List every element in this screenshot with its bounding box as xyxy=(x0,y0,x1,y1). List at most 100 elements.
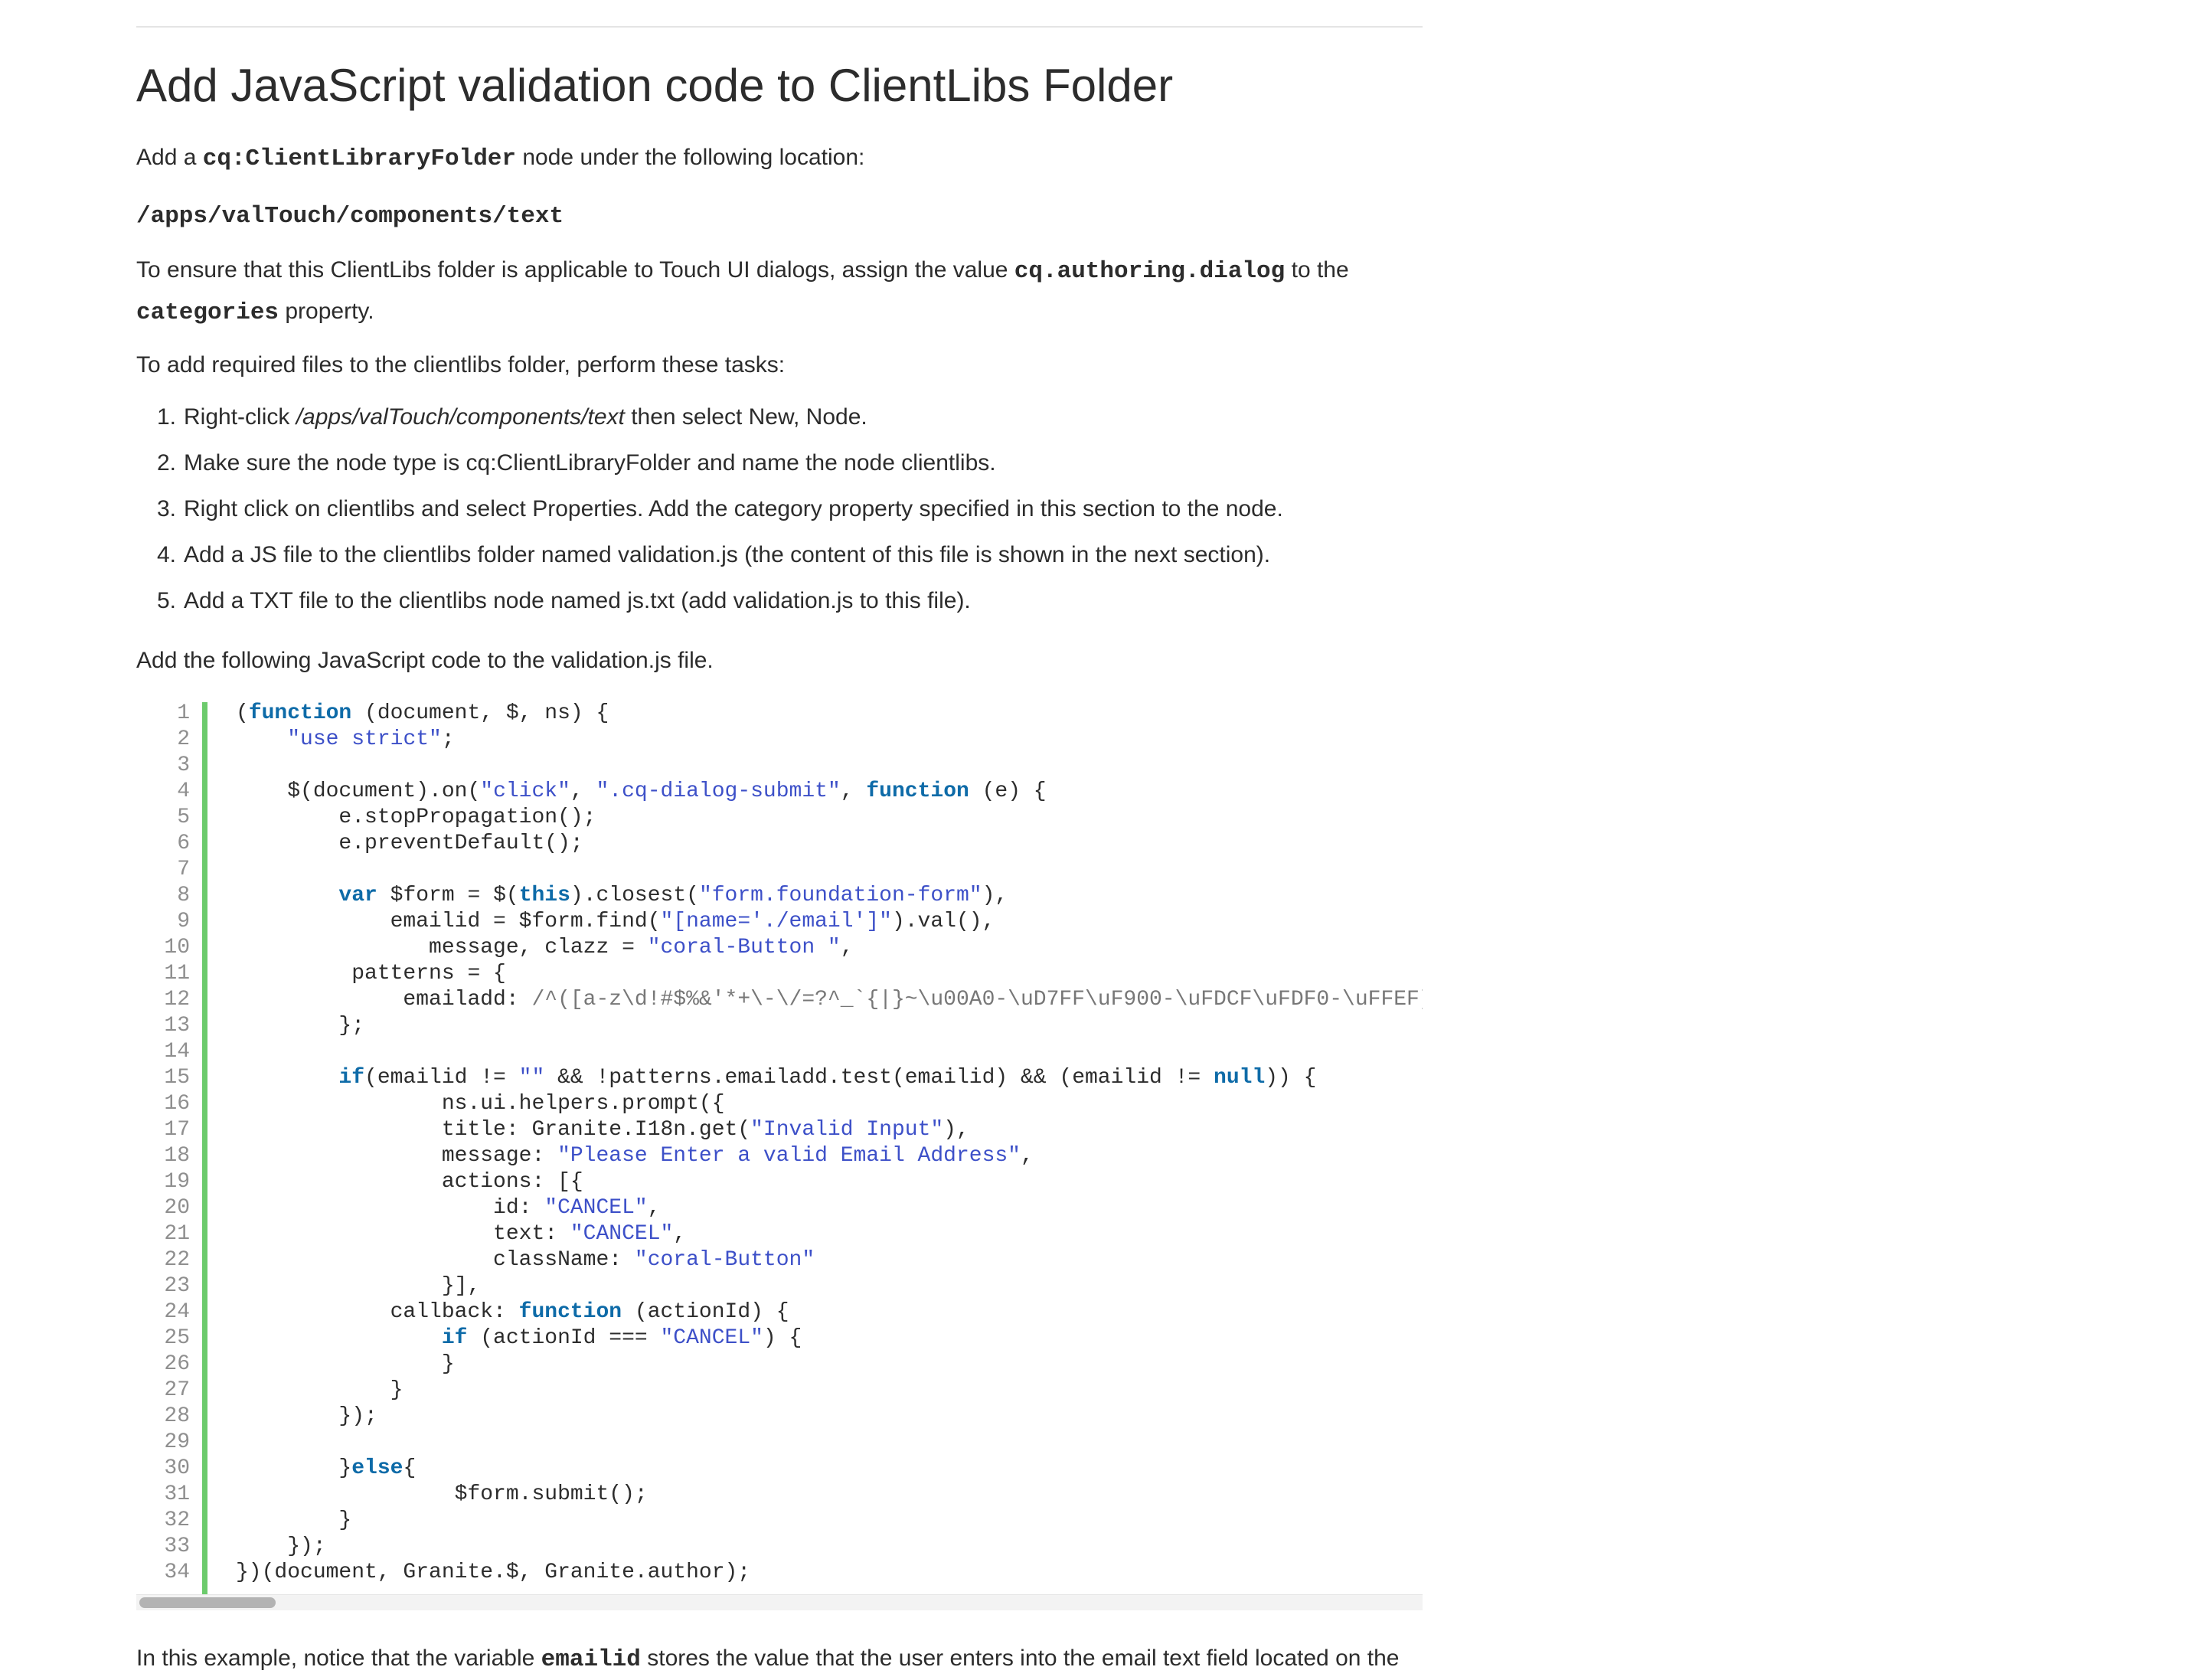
code-line: message, clazz = "coral-Button ", xyxy=(236,935,1423,961)
line-number: 20 xyxy=(164,1196,190,1220)
code-token: , xyxy=(647,1196,661,1220)
bottom-suffix: stores the value that the user enters in… xyxy=(647,1646,1400,1671)
code-token: $form.submit(); xyxy=(236,1482,648,1506)
line-number: 3 xyxy=(177,753,190,777)
code-line: }); xyxy=(236,1534,1423,1560)
step-text: Right-click xyxy=(184,404,290,430)
code-line: title: Granite.I18n.get("Invalid Input")… xyxy=(236,1117,1423,1143)
line-number: 19 xyxy=(164,1170,190,1194)
code-token: ; xyxy=(441,727,455,751)
code-token: , xyxy=(840,936,854,959)
code-token: } xyxy=(236,1508,352,1532)
code-token: (actionId === xyxy=(467,1326,661,1350)
code-token: )) { xyxy=(1265,1066,1317,1090)
category-prefix: To ensure that this ClientLibs folder is… xyxy=(136,257,1008,283)
code-token: "coral-Button" xyxy=(634,1248,815,1272)
step-text: Add a TXT file to the clientlibs node na… xyxy=(184,588,971,613)
code-token: "coral-Button " xyxy=(647,936,841,959)
code-token: "Please Enter a valid Email Address" xyxy=(557,1144,1021,1168)
line-number: 2 xyxy=(177,727,190,751)
category-suffix: property. xyxy=(285,299,374,324)
code-line: e.preventDefault(); xyxy=(236,831,1423,857)
code-token: "[name='./email']" xyxy=(660,910,892,933)
code-line: (function (document, $, ns) { xyxy=(236,701,1423,727)
category-middle: to the xyxy=(1291,257,1349,283)
code-line: $(document).on("click", ".cq-dialog-subm… xyxy=(236,779,1423,805)
intro-paragraph: Add a cq:ClientLibraryFolder node under … xyxy=(136,138,864,179)
code-token: e.stopPropagation(); xyxy=(236,806,596,829)
code-token: message: xyxy=(236,1144,558,1168)
code-token: , xyxy=(1020,1144,1034,1168)
code-token: , xyxy=(673,1222,687,1246)
code-token: if xyxy=(441,1326,468,1350)
code-line: actions: [{ xyxy=(236,1169,1423,1195)
line-number: 8 xyxy=(177,884,190,907)
line-number: 17 xyxy=(164,1118,190,1142)
code-token: callback: xyxy=(236,1300,519,1324)
code-intro: Add the following JavaScript code to the… xyxy=(136,648,714,673)
line-number: 7 xyxy=(177,858,190,881)
code-line: emailid = $form.find("[name='./email']")… xyxy=(236,909,1423,935)
page-title: Add JavaScript validation code to Client… xyxy=(136,60,1174,111)
code-line: }else{ xyxy=(236,1456,1423,1482)
line-number: 27 xyxy=(164,1378,190,1402)
code-line: } xyxy=(236,1508,1423,1534)
code-token: "CANCEL" xyxy=(570,1222,674,1246)
code-token: ".cq-dialog-submit" xyxy=(596,780,841,803)
intro-prefix: Add a xyxy=(136,145,197,170)
code-line: e.stopPropagation(); xyxy=(236,805,1423,831)
code-token: text: xyxy=(236,1222,570,1246)
location-path-paragraph: /apps/valTouch/components/text xyxy=(136,195,564,237)
line-number: 31 xyxy=(164,1482,190,1506)
code-token: } xyxy=(236,1378,403,1402)
code-line: "use strict"; xyxy=(236,727,1423,753)
code-token: }); xyxy=(236,1404,377,1428)
code-token: } xyxy=(236,1456,352,1480)
code-line: emailadd: /^([a-z\d!#$%&'*+\-\/=?^_`{|}~… xyxy=(236,987,1423,1013)
line-number: 10 xyxy=(164,936,190,959)
code-token: ), xyxy=(943,1118,969,1142)
code-line: $form.submit(); xyxy=(236,1482,1423,1508)
intro-suffix: node under the following location: xyxy=(522,145,865,170)
line-number: 34 xyxy=(164,1561,190,1584)
code-token: (actionId) { xyxy=(622,1300,789,1324)
step-number: 5. xyxy=(156,588,176,613)
scrollbar-thumb[interactable] xyxy=(139,1597,276,1608)
code-token: ) { xyxy=(763,1326,802,1350)
line-number: 22 xyxy=(164,1248,190,1272)
line-number-gutter: 1 2 3 4 5 6 7 8 9 10 11 12 13 14 15 16 17 18 19 20 21 22 23 24 2… xyxy=(136,701,190,1586)
code-token: { xyxy=(403,1456,417,1480)
code-token: patterns = { xyxy=(236,962,506,985)
code-token: }); xyxy=(236,1535,326,1558)
code-token: (e) { xyxy=(969,780,1047,803)
code-horizontal-scrollbar[interactable] xyxy=(136,1594,1423,1610)
step-text: Make sure the node type is cq:ClientLibr… xyxy=(184,450,996,476)
code-token: }], xyxy=(236,1274,481,1298)
code-token: "CANCEL" xyxy=(660,1326,763,1350)
code-token: } xyxy=(236,1352,455,1376)
code-token: message, clazz = xyxy=(236,936,648,959)
category-paragraph: To ensure that this ClientLibs folder is… xyxy=(136,250,1349,333)
line-number: 24 xyxy=(164,1300,190,1324)
categories-property-code: categories xyxy=(136,299,279,326)
line-number: 33 xyxy=(164,1535,190,1558)
line-number: 1 xyxy=(177,701,190,725)
line-number: 16 xyxy=(164,1092,190,1116)
step-path: /apps/valTouch/components/text xyxy=(296,404,625,430)
step-item: 4. Add a JS file to the clientlibs folder… xyxy=(136,532,1283,578)
code-token: "form.foundation-form" xyxy=(698,884,982,907)
code-token: $form = $( xyxy=(377,884,519,907)
code-line: message: "Please Enter a valid Email Add… xyxy=(236,1143,1423,1169)
line-number: 21 xyxy=(164,1222,190,1246)
step-text-after: then select New, Node. xyxy=(631,404,867,430)
line-number: 14 xyxy=(164,1040,190,1064)
bottom-paragraph: In this example, notice that the variabl… xyxy=(136,1639,1400,1680)
line-number: 11 xyxy=(164,962,190,985)
code-token: , xyxy=(570,780,596,803)
code-token: "use strict" xyxy=(287,727,442,751)
code-token: $(document).on( xyxy=(236,780,481,803)
code-block[interactable]: 1 2 3 4 5 6 7 8 9 10 11 12 13 14 15 16 17 18 19 20 21 22 23 24 2… xyxy=(136,701,1423,1616)
